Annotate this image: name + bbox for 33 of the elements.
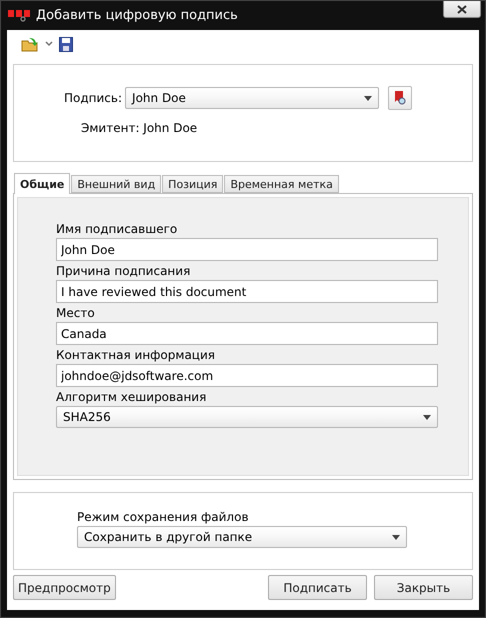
tab[interactable]: Временная метка <box>224 175 339 193</box>
caret-icon <box>423 414 431 420</box>
field-label: Имя подписавшего <box>56 221 178 237</box>
field-label: Контактная информация <box>56 347 216 363</box>
input-field[interactable]: I have reviewed this document <box>56 280 438 303</box>
window-title: Добавить цифровую подпись <box>36 8 238 23</box>
save-button[interactable] <box>59 36 73 52</box>
issuer-text: Эмитент: John Doe <box>80 121 198 135</box>
caret-icon <box>364 96 372 100</box>
save-mode-label: Режим сохранения файлов <box>77 510 250 524</box>
signature-dropdown[interactable]: John Doe <box>125 87 380 109</box>
signature-label: Подпись: <box>64 91 122 105</box>
close-icon <box>457 4 467 14</box>
tab[interactable]: Внешний вид <box>71 175 162 193</box>
field-label: Алгоритм хеширования <box>56 389 208 405</box>
field-label: Место <box>56 305 96 321</box>
dropdown-button[interactable] <box>45 41 53 47</box>
hash-dropdown[interactable]: SHA256 <box>56 406 438 428</box>
certificate-icon <box>393 90 408 106</box>
close-dialog-button[interactable]: Закрыть <box>374 575 473 600</box>
tab[interactable]: Позиция <box>162 175 224 193</box>
field-label: Причина подписания <box>56 263 192 279</box>
input-field[interactable]: Canada <box>56 322 438 345</box>
close-button[interactable] <box>443 1 481 18</box>
input-field[interactable]: johndoe@jdsoftware.com <box>56 364 438 387</box>
tab[interactable]: Общие <box>14 173 70 194</box>
save-mode-dropdown[interactable]: Сохранить в другой папке <box>77 526 407 548</box>
sign-button[interactable]: Подписать <box>268 575 367 600</box>
preview-button[interactable]: Предпросмотр <box>13 575 116 600</box>
certificate-button[interactable] <box>388 86 412 110</box>
caret-icon <box>392 534 400 540</box>
open-folder-button[interactable] <box>21 36 39 52</box>
app-logo-icon <box>8 8 30 22</box>
